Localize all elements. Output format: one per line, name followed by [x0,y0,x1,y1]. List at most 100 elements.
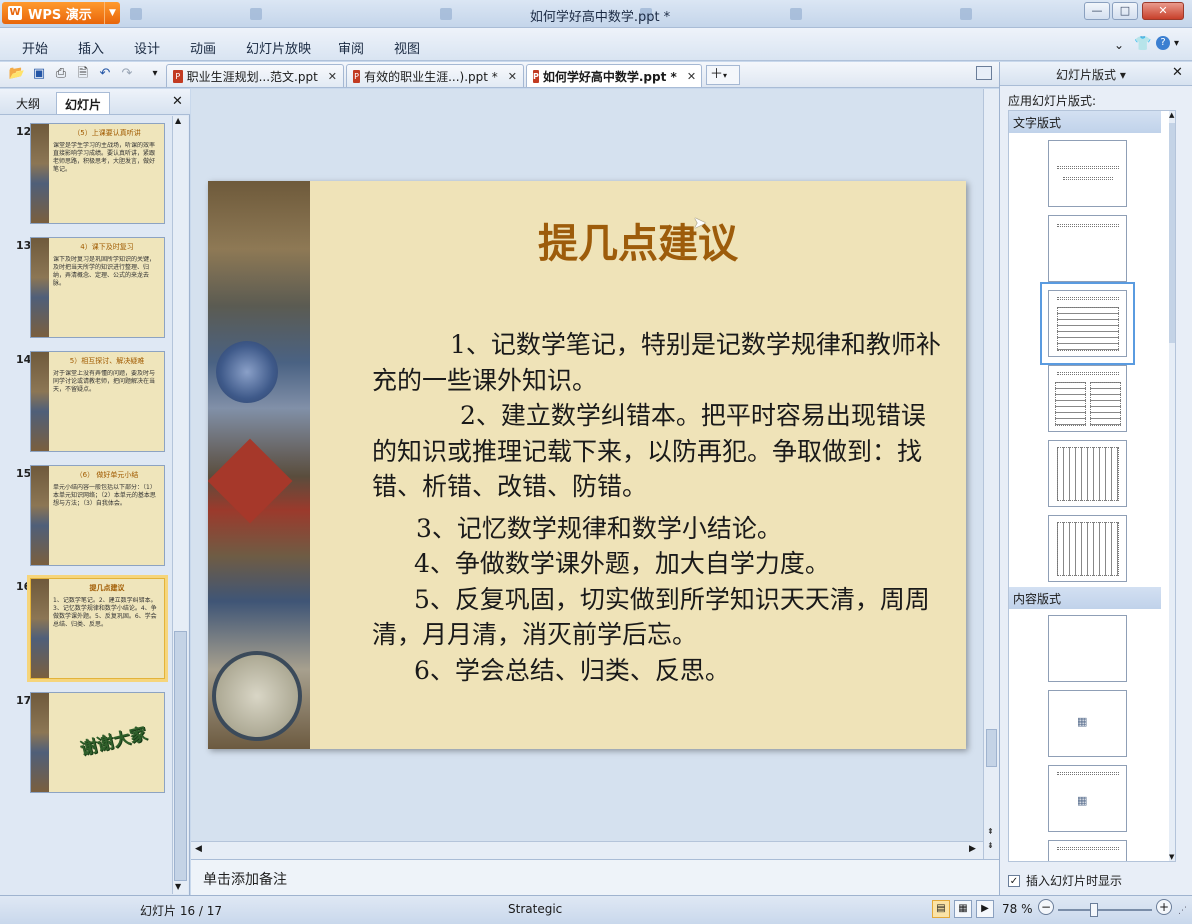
slides-panel: 大纲 幻灯片 ✕ 12 （5）上课要认真听讲 课堂是学生学习的主战场，听课的效率… [0,89,190,895]
menu-insert[interactable]: 插入 [78,38,104,57]
doc-tab-1[interactable]: P 职业生涯规划...范文.ppt ✕ [166,64,344,87]
thumbnail-image [31,124,49,223]
slide-paragraph: 6、学会总结、归类、反思。 [414,655,730,685]
scroll-down-icon[interactable]: ▼ [175,882,181,891]
print-preview-icon[interactable]: 🗎 [74,65,92,83]
previous-slide-icon[interactable]: ⇞ [987,827,994,836]
close-tab-icon[interactable]: ✕ [328,70,337,83]
thumbnail-image [31,466,49,565]
layout-blank[interactable] [1048,615,1127,682]
notes-pane[interactable]: 单击添加备注 [191,859,999,895]
slide-thumbnail-17[interactable]: 谢谢大家 [30,692,165,793]
layout-title-slide[interactable] [1048,140,1127,207]
maximize-button[interactable]: □ [1112,2,1138,20]
layout-title-and-text[interactable] [1040,282,1135,365]
slide-thumbnail-12[interactable]: （5）上课要认真听讲 课堂是学生学习的主战场，听课的效率直接影响学习成绩。要认真… [30,123,165,224]
tab-slides[interactable]: 幻灯片 [56,92,111,114]
layout-two-columns[interactable] [1048,365,1127,432]
doc-tab-2[interactable]: P 有效的职业生涯...).ppt * ✕ [346,64,524,87]
background-window-tab [440,5,452,23]
slideshow-view-icon[interactable]: ▶ [976,900,994,918]
pane-title[interactable]: 幻灯片版式 ▾ [1056,66,1126,83]
open-folder-icon[interactable]: 📂 [8,65,26,83]
status-bar: 幻灯片 16 / 17 Strategic ▤ ▦ ▶ 78 % − + ⋰ [0,895,1192,924]
customize-toolbar-icon[interactable]: ▾ [146,65,164,83]
layout-vertical-title-text[interactable] [1048,515,1127,582]
scroll-thumb[interactable] [986,729,997,767]
section-content-layouts: 内容版式 [1009,587,1161,609]
zoom-in-icon[interactable]: + [1156,899,1172,915]
menu-slideshow[interactable]: 幻灯片放映 [246,38,311,57]
skin-shirt-icon[interactable]: 👕 [1134,36,1151,52]
redo-icon[interactable]: ↷ [118,65,136,83]
wps-app-menu-button[interactable]: W WPS 演示 ▼ [2,2,120,24]
scroll-thumb[interactable] [174,631,187,881]
help-dropdown-icon[interactable]: ▾ [1174,38,1179,49]
menu-review[interactable]: 审阅 [338,38,364,57]
cross-medal-image [208,438,293,524]
thumbnail-title: 4）课下及时复习 [80,243,134,251]
layout-content[interactable]: ▦ [1048,690,1127,757]
slide-thumbnail-16[interactable]: 提几点建议 1、记数学笔记。2、建立数学纠错本。3、记忆数学规律和数学小结论。4… [27,575,168,682]
minimize-button[interactable]: — [1084,2,1110,20]
save-icon[interactable]: ▣ [30,65,48,83]
slide-thumbnail-14[interactable]: 5）相互探讨、解决疑难 对于课堂上没有弄懂的问题，要及时与同学讨论或请教老师，把… [30,351,165,452]
canvas-horizontal-scrollbar[interactable]: ◀ ▶ [191,841,983,859]
scroll-up-icon[interactable]: ▲ [1169,111,1174,119]
menu-design[interactable]: 设计 [134,38,160,57]
zoom-level[interactable]: 78 % [1002,902,1033,916]
slide-title[interactable]: 提几点建议 [310,211,966,269]
task-pane-toggle-icon[interactable] [976,66,992,80]
collapse-ribbon-icon[interactable]: ⌄ [1114,38,1124,52]
tab-outline[interactable]: 大纲 [8,92,48,114]
thumbnail-title: （6） 做好单元小结 [75,471,139,479]
layout-title-only[interactable] [1048,215,1127,282]
layout-gallery-scrollbar[interactable]: ▲ ▼ [1169,111,1175,861]
slide-sorter-icon[interactable]: ▦ [954,900,972,918]
help-icon[interactable]: ? [1156,36,1170,50]
layout-title-content[interactable]: ▦ [1048,765,1127,832]
menu-start[interactable]: 开始 [22,38,48,57]
zoom-slider-thumb[interactable] [1090,903,1098,917]
current-slide[interactable]: 提几点建议 1、记数学笔记，特别是记数学规律和教师补充的一些课外知识。 2、建立… [208,181,966,749]
close-window-button[interactable]: ✕ [1142,2,1184,20]
close-pane-icon[interactable]: ✕ [1172,65,1183,80]
scroll-right-icon[interactable]: ▶ [969,844,976,854]
doc-tab-3[interactable]: P 如何学好高中数学.ppt * ✕ [526,64,702,87]
scroll-thumb[interactable] [1169,123,1175,343]
slide-paragraph: 2、建立数学纠错本。把平时容易出现错误的知识或推理记载下来，以防再犯。争取做到：… [372,401,926,501]
slide-thumbnail-13[interactable]: 4）课下及时复习 课下及时复习是巩固所学知识的关键，及时把当天所学的知识进行整理… [30,237,165,338]
next-slide-icon[interactable]: ⇟ [987,841,994,850]
scroll-up-icon[interactable]: ▲ [175,116,181,125]
menu-animation[interactable]: 动画 [190,38,216,57]
layout-title-content-2[interactable] [1048,840,1127,861]
menu-view[interactable]: 视图 [394,38,420,57]
slide-body-text[interactable]: 1、记数学笔记，特别是记数学规律和教师补充的一些课外知识。 2、建立数学纠错本。… [372,327,942,688]
slide-paragraph: 1、记数学笔记，特别是记数学规律和教师补充的一些课外知识。 [372,330,941,395]
undo-icon[interactable]: ↶ [96,65,114,83]
slide-paragraph: 5、反复巩固，切实做到所学知识天天清，周周清，月月清，消灭前学后忘。 [372,584,930,650]
thumbnail-image [31,579,49,678]
canvas-vertical-scrollbar[interactable]: ⇞ ⇟ [983,89,999,859]
print-icon[interactable]: ⎙ [52,65,70,83]
close-panel-icon[interactable]: ✕ [172,94,183,109]
show-on-insert-option[interactable]: ✓ 插入幻灯片时显示 [1008,872,1122,889]
checkbox[interactable]: ✓ [1008,874,1020,887]
ppt-file-icon: P [353,69,361,83]
close-tab-icon[interactable]: ✕ [687,70,696,83]
slides-panel-scrollbar[interactable]: ▲ ▼ [172,116,188,894]
slide-thumbnail-15[interactable]: （6） 做好单元小结 单元小结内容一般包括以下部分：（1）本单元知识网络；（2）… [30,465,165,566]
layout-vertical-text[interactable] [1048,440,1127,507]
zoom-slider[interactable] [1058,909,1152,911]
pane-title-label: 幻灯片版式 [1056,68,1117,82]
close-tab-icon[interactable]: ✕ [508,70,517,83]
resize-grip-icon[interactable]: ⋰ [1178,906,1187,916]
new-tab-button[interactable]: ＋▾ [706,65,740,85]
scroll-down-icon[interactable]: ▼ [1169,853,1174,861]
notes-placeholder[interactable]: 单击添加备注 [203,869,287,889]
chevron-down-icon[interactable]: ▼ [104,2,120,24]
zoom-out-icon[interactable]: − [1038,899,1054,915]
layout-gallery: 文字版式 内容版式 ▦ ▦ ▲ ▼ [1008,110,1176,862]
normal-view-icon[interactable]: ▤ [932,900,950,918]
scroll-left-icon[interactable]: ◀ [195,844,202,854]
